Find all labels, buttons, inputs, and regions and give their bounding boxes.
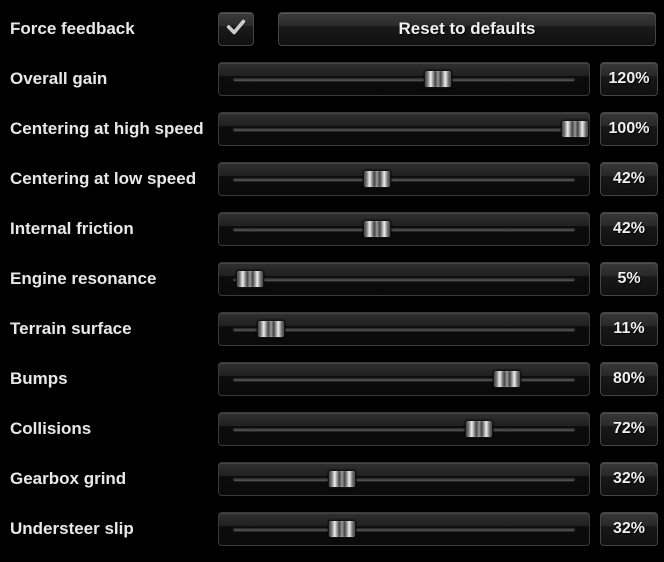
slider-label: Collisions	[6, 419, 218, 439]
slider-thumb[interactable]	[561, 120, 589, 138]
slider-row-engine-resonance: Engine resonance 5%	[6, 256, 658, 302]
slider-thumb[interactable]	[328, 520, 356, 538]
slider-thumb[interactable]	[465, 420, 493, 438]
slider-thumb[interactable]	[363, 220, 391, 238]
slider-track	[233, 277, 575, 281]
slider-value: 32%	[600, 462, 658, 496]
force-feedback-panel: Force feedback Reset to defaults Overall…	[0, 0, 664, 562]
reset-to-defaults-button[interactable]: Reset to defaults	[278, 12, 656, 46]
slider-value: 42%	[600, 212, 658, 246]
slider-row-centering-high-speed: Centering at high speed 100%	[6, 106, 658, 152]
slider-understeer-slip[interactable]	[218, 512, 590, 546]
slider-bumps[interactable]	[218, 362, 590, 396]
slider-thumb[interactable]	[328, 470, 356, 488]
slider-centering-low-speed[interactable]	[218, 162, 590, 196]
slider-value: 5%	[600, 262, 658, 296]
slider-track	[233, 527, 575, 531]
slider-row-bumps: Bumps 80%	[6, 356, 658, 402]
slider-row-understeer-slip: Understeer slip 32%	[6, 506, 658, 552]
panel-title: Force feedback	[6, 19, 218, 39]
slider-overall-gain[interactable]	[218, 62, 590, 96]
slider-label: Understeer slip	[6, 519, 218, 539]
slider-track	[233, 177, 575, 181]
slider-label: Gearbox grind	[6, 469, 218, 489]
slider-value: 120%	[600, 62, 658, 96]
slider-label: Centering at high speed	[6, 119, 218, 139]
slider-value: 42%	[600, 162, 658, 196]
slider-label: Internal friction	[6, 219, 218, 239]
slider-collisions[interactable]	[218, 412, 590, 446]
slider-track	[233, 477, 575, 481]
slider-track	[233, 127, 575, 131]
slider-thumb[interactable]	[257, 320, 285, 338]
slider-terrain-surface[interactable]	[218, 312, 590, 346]
force-feedback-checkbox[interactable]	[218, 12, 254, 46]
slider-thumb[interactable]	[424, 70, 452, 88]
slider-centering-high-speed[interactable]	[218, 112, 590, 146]
slider-label: Overall gain	[6, 69, 218, 89]
slider-thumb[interactable]	[236, 270, 264, 288]
slider-thumb[interactable]	[363, 170, 391, 188]
check-icon	[225, 16, 247, 43]
slider-track	[233, 77, 575, 81]
slider-row-centering-low-speed: Centering at low speed 42%	[6, 156, 658, 202]
slider-track	[233, 377, 575, 381]
slider-label: Centering at low speed	[6, 169, 218, 189]
slider-row-overall-gain: Overall gain 120%	[6, 56, 658, 102]
slider-value: 72%	[600, 412, 658, 446]
slider-value: 32%	[600, 512, 658, 546]
slider-thumb[interactable]	[493, 370, 521, 388]
slider-track	[233, 327, 575, 331]
slider-row-internal-friction: Internal friction 42%	[6, 206, 658, 252]
slider-row-collisions: Collisions 72%	[6, 406, 658, 452]
slider-track	[233, 227, 575, 231]
header-row: Force feedback Reset to defaults	[6, 6, 658, 52]
slider-label: Terrain surface	[6, 319, 218, 339]
slider-row-terrain-surface: Terrain surface 11%	[6, 306, 658, 352]
slider-label: Bumps	[6, 369, 218, 389]
slider-engine-resonance[interactable]	[218, 262, 590, 296]
slider-value: 11%	[600, 312, 658, 346]
slider-value: 100%	[600, 112, 658, 146]
slider-row-gearbox-grind: Gearbox grind 32%	[6, 456, 658, 502]
slider-track	[233, 427, 575, 431]
slider-internal-friction[interactable]	[218, 212, 590, 246]
slider-label: Engine resonance	[6, 269, 218, 289]
slider-gearbox-grind[interactable]	[218, 462, 590, 496]
slider-value: 80%	[600, 362, 658, 396]
